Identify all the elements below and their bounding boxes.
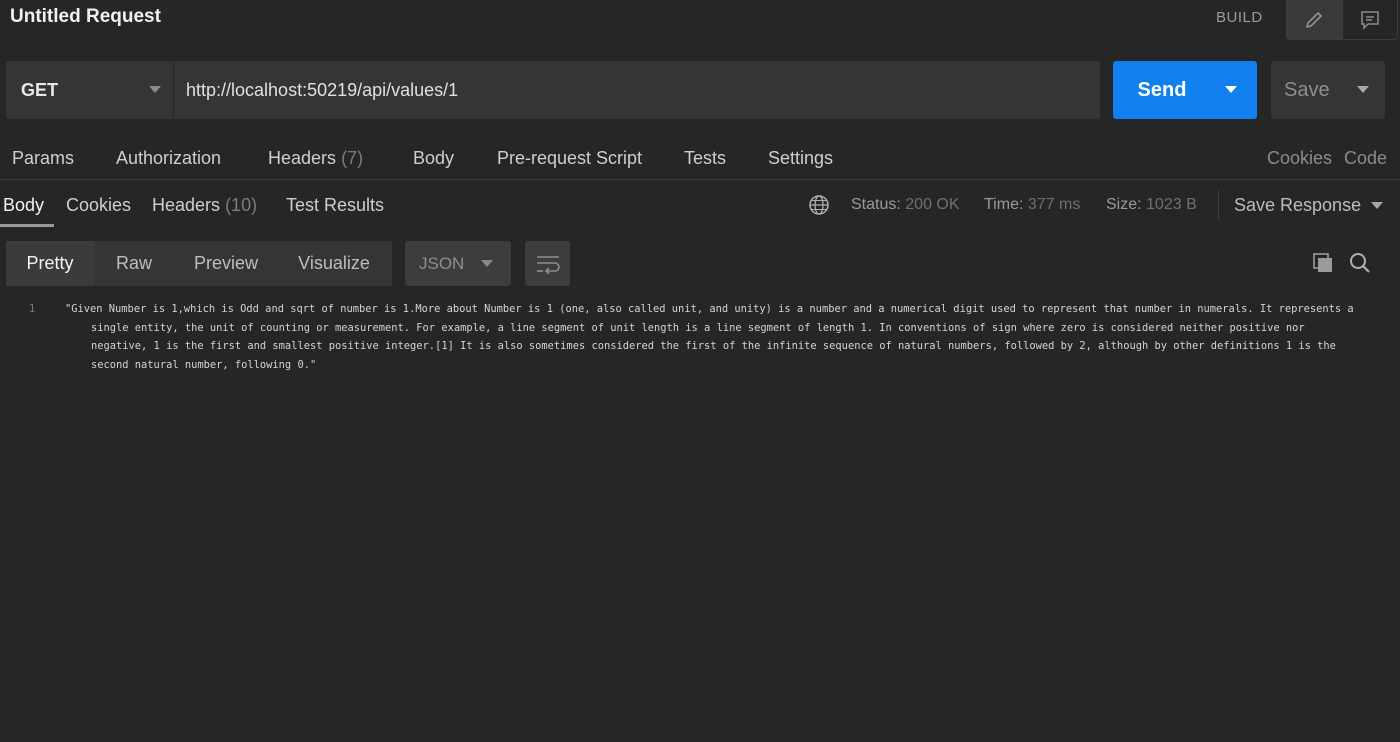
send-label: Send	[1137, 78, 1187, 101]
time-value: 377 ms	[1027, 196, 1081, 213]
send-options-chevron-icon[interactable]	[1225, 86, 1237, 94]
response-status: Status: 200 OK	[851, 196, 960, 214]
tab-settings[interactable]: Settings	[768, 148, 833, 169]
edit-button[interactable]	[1287, 0, 1342, 39]
active-tab-indicator	[0, 224, 54, 227]
tab-headers[interactable]: Headers (7)	[268, 148, 363, 169]
view-raw-button[interactable]: Raw	[94, 241, 174, 286]
response-tab-headers-label: Headers	[152, 195, 221, 215]
response-size: Size: 1023 B	[1106, 196, 1197, 214]
save-response-label: Save Response	[1234, 195, 1362, 215]
url-input[interactable]	[176, 61, 1096, 119]
save-options-chevron-icon[interactable]	[1357, 86, 1369, 94]
tab-tests[interactable]: Tests	[684, 148, 726, 169]
url-bar: GET	[6, 61, 1100, 119]
cookies-link[interactable]: Cookies	[1267, 148, 1332, 169]
method-select[interactable]: GET	[6, 61, 174, 119]
request-title[interactable]: Untitled Request	[10, 6, 161, 28]
comment-icon	[1361, 10, 1379, 30]
view-pretty-button[interactable]: Pretty	[6, 241, 94, 286]
view-mode-group: Pretty Raw Preview Visualize	[6, 241, 392, 286]
status-value: 200 OK	[905, 196, 960, 213]
save-button[interactable]: Save	[1271, 61, 1385, 119]
wrap-lines-icon	[536, 255, 560, 274]
meta-divider	[1218, 190, 1219, 220]
wrap-lines-button[interactable]	[525, 241, 570, 286]
format-value: JSON	[419, 253, 465, 273]
copy-icon	[1313, 253, 1332, 272]
send-button[interactable]: Send	[1113, 61, 1257, 119]
response-tab-cookies[interactable]: Cookies	[66, 195, 131, 216]
save-label: Save	[1284, 78, 1330, 101]
view-preview-button[interactable]: Preview	[174, 241, 278, 286]
response-tab-test-results[interactable]: Test Results	[286, 195, 384, 216]
search-button[interactable]	[1347, 250, 1373, 276]
search-icon	[1350, 253, 1370, 273]
mode-switch	[1286, 0, 1398, 40]
chevron-down-icon	[149, 86, 161, 93]
tab-params[interactable]: Params	[12, 148, 74, 169]
request-tabs: Params Authorization Headers (7) Body Pr…	[0, 138, 1400, 180]
tab-body[interactable]: Body	[413, 148, 454, 169]
response-body-text[interactable]: "Given Number is 1,which is Odd and sqrt…	[65, 300, 1365, 374]
tab-headers-count: (7)	[341, 148, 364, 168]
view-visualize-button[interactable]: Visualize	[278, 241, 390, 286]
build-mode-label[interactable]: BUILD	[1216, 9, 1263, 26]
response-tabs: Body Cookies Headers (10) Test Results S…	[0, 182, 1400, 228]
comments-button[interactable]	[1343, 0, 1398, 39]
size-value: 1023 B	[1146, 196, 1197, 213]
save-response-button[interactable]: Save Response	[1234, 195, 1384, 216]
tab-pre-request-script[interactable]: Pre-request Script	[497, 148, 642, 169]
response-time: Time: 377 ms	[984, 196, 1080, 214]
method-value: GET	[21, 79, 59, 100]
globe-icon[interactable]	[808, 194, 830, 216]
title-bar: Untitled Request BUILD	[0, 0, 1400, 40]
code-link[interactable]: Code	[1344, 148, 1387, 169]
pencil-icon	[1306, 11, 1323, 28]
copy-button[interactable]	[1310, 250, 1336, 276]
format-select[interactable]: JSON	[405, 241, 511, 286]
response-tab-headers[interactable]: Headers (10)	[152, 195, 257, 216]
size-label: Size:	[1106, 196, 1142, 213]
time-label: Time:	[984, 196, 1024, 213]
tab-headers-label: Headers	[268, 148, 337, 168]
chevron-down-icon	[481, 260, 493, 267]
line-number: 1	[29, 303, 36, 315]
tab-authorization[interactable]: Authorization	[116, 148, 221, 169]
response-tab-headers-count: (10)	[225, 195, 258, 215]
status-label: Status:	[851, 196, 901, 213]
response-tab-body[interactable]: Body	[3, 195, 44, 216]
chevron-down-icon	[1371, 201, 1384, 209]
